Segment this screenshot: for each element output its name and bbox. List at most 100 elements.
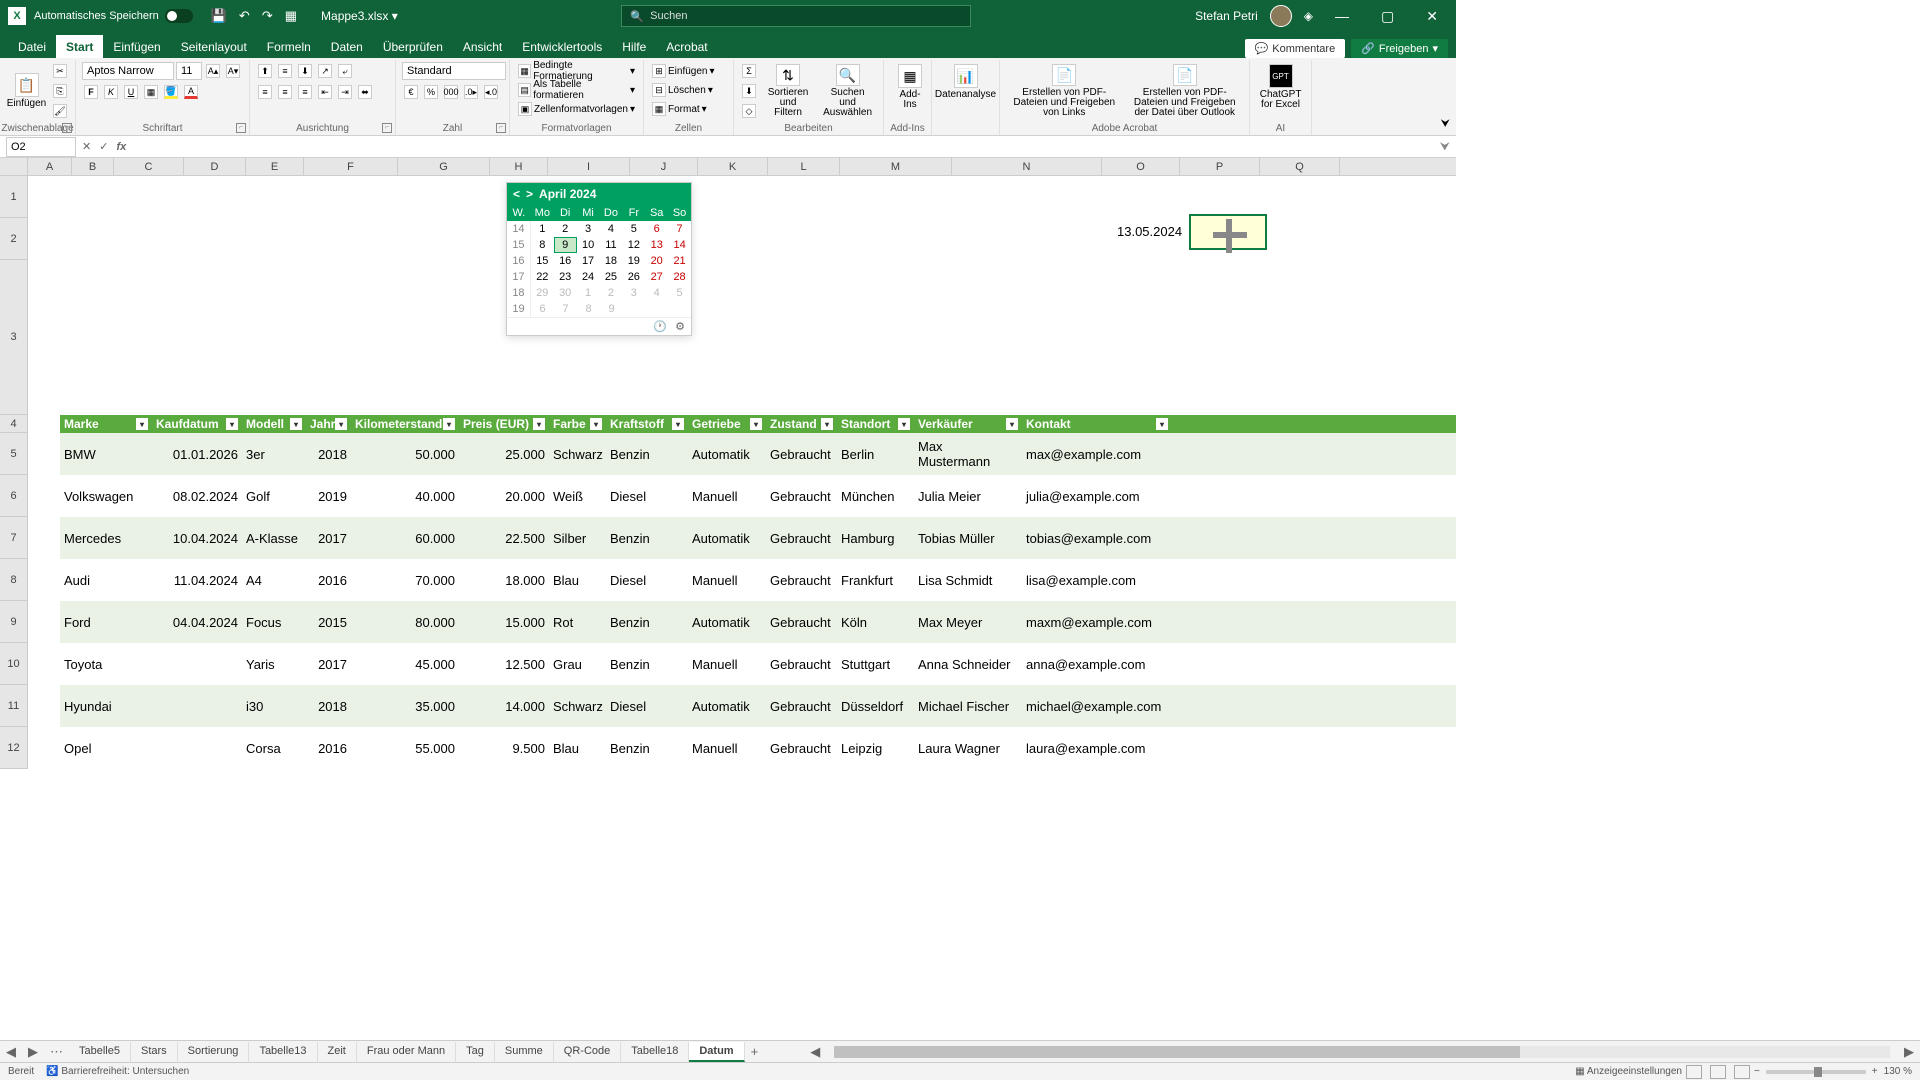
col-header-K[interactable]: K xyxy=(698,158,768,175)
table-cell[interactable]: Focus xyxy=(242,601,306,643)
page-break-icon[interactable] xyxy=(1734,1065,1750,1079)
table-cell[interactable]: BMW xyxy=(60,433,152,475)
format-cells-button[interactable]: ▦Format ▾ xyxy=(650,100,727,118)
addins-button[interactable]: ▦Add-Ins xyxy=(890,62,930,112)
table-header-modell[interactable]: Modell▾ xyxy=(242,415,306,433)
row-header-1[interactable]: 1 xyxy=(0,176,27,218)
share-button[interactable]: 🔗 Freigeben ▾ xyxy=(1351,39,1448,58)
border-button[interactable]: ▦ xyxy=(142,83,160,101)
cal-day[interactable]: 8 xyxy=(531,237,554,253)
wrap-button[interactable]: ⤶ xyxy=(336,62,354,80)
dlg-icon[interactable]: ⌐ xyxy=(62,123,72,133)
table-cell[interactable]: Berlin xyxy=(837,433,914,475)
cal-day[interactable]: 3 xyxy=(577,221,600,237)
spreadsheet-grid[interactable]: ABCDEFGHIJKLMNOPQ 123456789101112 < > Ap… xyxy=(0,158,1456,778)
sheet-tab-zeit[interactable]: Zeit xyxy=(318,1042,357,1062)
table-cell[interactable]: Julia Meier xyxy=(914,475,1022,517)
shrink-font-button[interactable]: A▾ xyxy=(224,62,242,80)
toggle-icon[interactable] xyxy=(165,9,193,23)
save-icon[interactable]: 💾 xyxy=(211,8,227,24)
bold-button[interactable]: F xyxy=(82,83,100,101)
table-cell[interactable]: 40.000 xyxy=(351,475,459,517)
table-cell[interactable]: Gebraucht xyxy=(766,727,837,769)
table-cell[interactable]: 10.04.2024 xyxy=(152,517,242,559)
cal-day[interactable]: 9 xyxy=(600,301,623,317)
sum-button[interactable]: Σ xyxy=(740,62,758,80)
table-cell[interactable]: 2018 xyxy=(306,685,351,727)
cal-day[interactable]: 1 xyxy=(531,221,554,237)
comments-button[interactable]: 💬 Kommentare xyxy=(1245,39,1346,58)
table-cell[interactable]: 2017 xyxy=(306,517,351,559)
table-cell[interactable]: 80.000 xyxy=(351,601,459,643)
filter-icon[interactable]: ▾ xyxy=(226,418,238,430)
zoom-level[interactable]: 130 % xyxy=(1884,1066,1912,1077)
table-cell[interactable]: 55.000 xyxy=(351,727,459,769)
clear-button[interactable]: ◇ xyxy=(740,102,758,120)
paste-button[interactable]: 📋Einfügen xyxy=(6,62,47,120)
accept-formula-icon[interactable]: ✓ xyxy=(95,140,112,153)
row-header-8[interactable]: 8 xyxy=(0,559,27,601)
table-cell[interactable]: 18.000 xyxy=(459,559,549,601)
zoom-in-icon[interactable]: + xyxy=(1872,1066,1878,1077)
chatgpt-button[interactable]: GPTChatGPT for Excel xyxy=(1256,62,1305,112)
table-cell[interactable]: Gebraucht xyxy=(766,643,837,685)
tab-entwicklertools[interactable]: Entwicklertools xyxy=(512,35,612,58)
table-cell[interactable]: Benzin xyxy=(606,643,688,685)
delete-cells-button[interactable]: ⊟Löschen ▾ xyxy=(650,81,727,99)
table-cell[interactable]: A-Klasse xyxy=(242,517,306,559)
table-cell[interactable]: Golf xyxy=(242,475,306,517)
col-header-C[interactable]: C xyxy=(114,158,184,175)
cal-day[interactable]: 18 xyxy=(600,253,623,269)
table-header-kilometerstand[interactable]: Kilometerstand▾ xyxy=(351,415,459,433)
percent-button[interactable]: % xyxy=(422,83,440,101)
filter-icon[interactable]: ▾ xyxy=(443,418,455,430)
table-cell[interactable]: Laura Wagner xyxy=(914,727,1022,769)
font-color-button[interactable]: A xyxy=(182,83,200,101)
table-cell[interactable]: Hamburg xyxy=(837,517,914,559)
table-header-getriebe[interactable]: Getriebe▾ xyxy=(688,415,766,433)
filename[interactable]: Mappe3.xlsx ▾ xyxy=(321,9,398,23)
cal-day[interactable]: 4 xyxy=(600,221,623,237)
cal-day[interactable]: 24 xyxy=(577,269,600,285)
filter-icon[interactable]: ▾ xyxy=(672,418,684,430)
table-cell[interactable]: Gebraucht xyxy=(766,601,837,643)
col-header-B[interactable]: B xyxy=(72,158,114,175)
cal-day[interactable]: 1 xyxy=(577,285,600,301)
filter-icon[interactable]: ▾ xyxy=(590,418,602,430)
table-cell[interactable]: Michael Fischer xyxy=(914,685,1022,727)
filter-icon[interactable]: ▾ xyxy=(335,418,347,430)
col-header-D[interactable]: D xyxy=(184,158,246,175)
tab-acrobat[interactable]: Acrobat xyxy=(656,35,717,58)
find-select-button[interactable]: 🔍Suchen und Auswählen xyxy=(818,62,877,120)
format-painter-button[interactable]: 🖌 xyxy=(51,102,69,120)
table-cell[interactable]: michael@example.com xyxy=(1022,685,1172,727)
table-cell[interactable]: Rot xyxy=(549,601,606,643)
name-box[interactable]: O2 xyxy=(6,137,76,157)
sheet-tab-qr-code[interactable]: QR-Code xyxy=(554,1042,621,1062)
insert-cells-button[interactable]: ⊞Einfügen ▾ xyxy=(650,62,727,80)
table-cell[interactable] xyxy=(152,727,242,769)
table-cell[interactable]: 35.000 xyxy=(351,685,459,727)
table-cell[interactable]: 50.000 xyxy=(351,433,459,475)
cal-day[interactable]: 26 xyxy=(622,269,645,285)
tab-einfügen[interactable]: Einfügen xyxy=(103,35,170,58)
col-header-F[interactable]: F xyxy=(304,158,398,175)
next-month-button[interactable]: > xyxy=(526,187,533,201)
table-cell[interactable]: 70.000 xyxy=(351,559,459,601)
table-cell[interactable]: 04.04.2024 xyxy=(152,601,242,643)
calendar-today-icon[interactable]: 🕐 xyxy=(653,320,667,333)
col-header-I[interactable]: I xyxy=(548,158,630,175)
tab-daten[interactable]: Daten xyxy=(321,35,373,58)
sheet-tab-tag[interactable]: Tag xyxy=(456,1042,495,1062)
table-cell[interactable]: 2019 xyxy=(306,475,351,517)
cal-day[interactable]: 5 xyxy=(622,221,645,237)
col-header-E[interactable]: E xyxy=(246,158,304,175)
table-cell[interactable]: Schwarz xyxy=(549,433,606,475)
redo-icon[interactable]: ↷ xyxy=(262,8,273,24)
cal-day[interactable]: 27 xyxy=(645,269,668,285)
table-cell[interactable]: Ford xyxy=(60,601,152,643)
table-cell[interactable]: Manuell xyxy=(688,643,766,685)
cal-day[interactable]: 11 xyxy=(600,237,623,253)
col-header-G[interactable]: G xyxy=(398,158,490,175)
prev-sheet-icon[interactable]: ◀ xyxy=(0,1044,22,1060)
